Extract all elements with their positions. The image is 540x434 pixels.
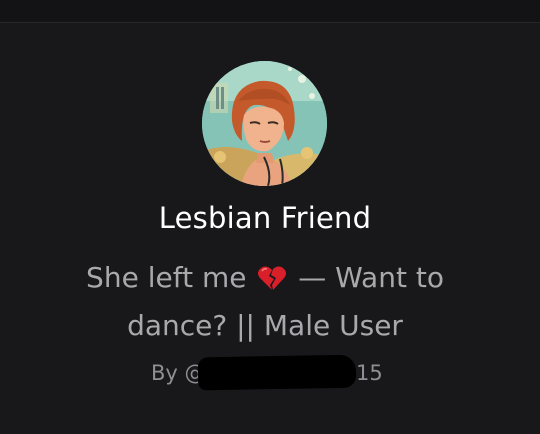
tagline-text-before: She left me	[86, 261, 247, 294]
character-name: Lesbian Friend	[158, 201, 372, 235]
redaction-mark	[197, 354, 357, 391]
broken-heart-icon	[258, 266, 287, 290]
top-bar	[0, 0, 540, 23]
character-avatar[interactable]	[202, 61, 327, 186]
author-suffix: 15	[356, 361, 383, 385]
character-tagline: She left me — Want to dance? || Male Use…	[60, 254, 470, 350]
